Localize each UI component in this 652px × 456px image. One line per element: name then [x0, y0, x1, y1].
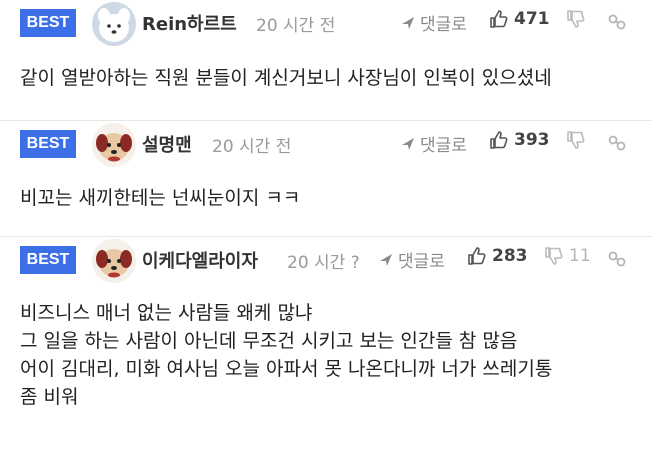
thumbs-up-icon: [488, 9, 508, 29]
comment-body: 비꼬는 새끼한테는 넌씨눈이지 ㅋㅋ: [20, 184, 642, 212]
nickname[interactable]: 설명맨: [142, 131, 192, 157]
like-count: 471: [514, 9, 550, 29]
reply-button[interactable]: 댓글로: [400, 10, 467, 35]
comment-line: 비즈니스 매너 없는 사람들 왜케 많냐: [20, 302, 313, 324]
best-badge: BEST: [20, 130, 76, 158]
reply-button[interactable]: 댓글로: [378, 247, 445, 272]
reply-label: 댓글로: [420, 136, 467, 156]
nickname[interactable]: Rein하르트: [142, 10, 237, 36]
dislike-button[interactable]: [565, 130, 591, 150]
link-icon: [607, 133, 627, 153]
comment-item: BEST Rein하르트 20 시간 전 댓글로 471 같이 열받아하는 직원…: [0, 0, 652, 121]
paper-plane-icon: [400, 15, 416, 31]
reply-label: 댓글로: [398, 252, 445, 272]
thumbs-down-icon: [543, 246, 563, 266]
thumbs-down-icon: [565, 130, 585, 150]
comment-line: 같이 열받아하는 직원 분들이 계신거보니 사장님이 인복이 있으셨네: [20, 67, 552, 89]
dislike-button[interactable]: 11: [543, 246, 591, 266]
thumbs-down-icon: [565, 9, 585, 29]
like-button[interactable]: 393: [488, 130, 550, 150]
timestamp: 20 시간 전: [256, 16, 336, 36]
paper-plane-icon: [400, 136, 416, 152]
thumbs-up-icon: [488, 130, 508, 150]
reply-button[interactable]: 댓글로: [400, 131, 467, 156]
comment-line: 좀 비워: [20, 386, 79, 408]
link-icon: [607, 12, 627, 32]
reply-label: 댓글로: [420, 15, 467, 35]
comment-body: 비즈니스 매너 없는 사람들 왜케 많냐 그 일을 하는 사람이 아닌데 무조건…: [20, 299, 642, 411]
comment-body: 같이 열받아하는 직원 분들이 계신거보니 사장님이 인복이 있으셨네: [20, 64, 642, 92]
share-button[interactable]: [604, 130, 630, 156]
best-badge: BEST: [20, 9, 76, 37]
timestamp: 20 시간 전: [212, 137, 292, 157]
link-icon: [607, 249, 627, 269]
user-avatar[interactable]: [92, 123, 136, 167]
best-badge: BEST: [20, 246, 76, 274]
paper-plane-icon: [378, 252, 394, 268]
dislike-button[interactable]: [565, 9, 591, 29]
share-button[interactable]: [604, 246, 630, 272]
dislike-count: 11: [569, 246, 591, 266]
comment-line: 어이 김대리, 미화 여사님 오늘 아파서 못 나온다니까 너가 쓰레기통: [20, 358, 553, 380]
comment-item: BEST 이케다엘라이자 20 시간 ? 댓글로 283 11 비즈니스 매너 …: [0, 237, 652, 456]
user-avatar[interactable]: [92, 2, 136, 46]
comment-line: 그 일을 하는 사람이 아닌데 무조건 시키고 보는 인간들 참 많음: [20, 330, 518, 352]
comment-item: BEST 설명맨 20 시간 전 댓글로 393 비꼬는 새끼한테는 넌씨눈이지…: [0, 121, 652, 237]
like-button[interactable]: 283: [466, 246, 528, 266]
like-count: 393: [514, 130, 550, 150]
user-avatar[interactable]: [92, 239, 136, 283]
nickname[interactable]: 이케다엘라이자: [142, 247, 258, 273]
like-count: 283: [492, 246, 528, 266]
thumbs-up-icon: [466, 246, 486, 266]
like-button[interactable]: 471: [488, 9, 550, 29]
share-button[interactable]: [604, 9, 630, 35]
timestamp: 20 시간 ?: [287, 253, 360, 273]
comment-line: 비꼬는 새끼한테는 넌씨눈이지 ㅋㅋ: [20, 187, 301, 209]
